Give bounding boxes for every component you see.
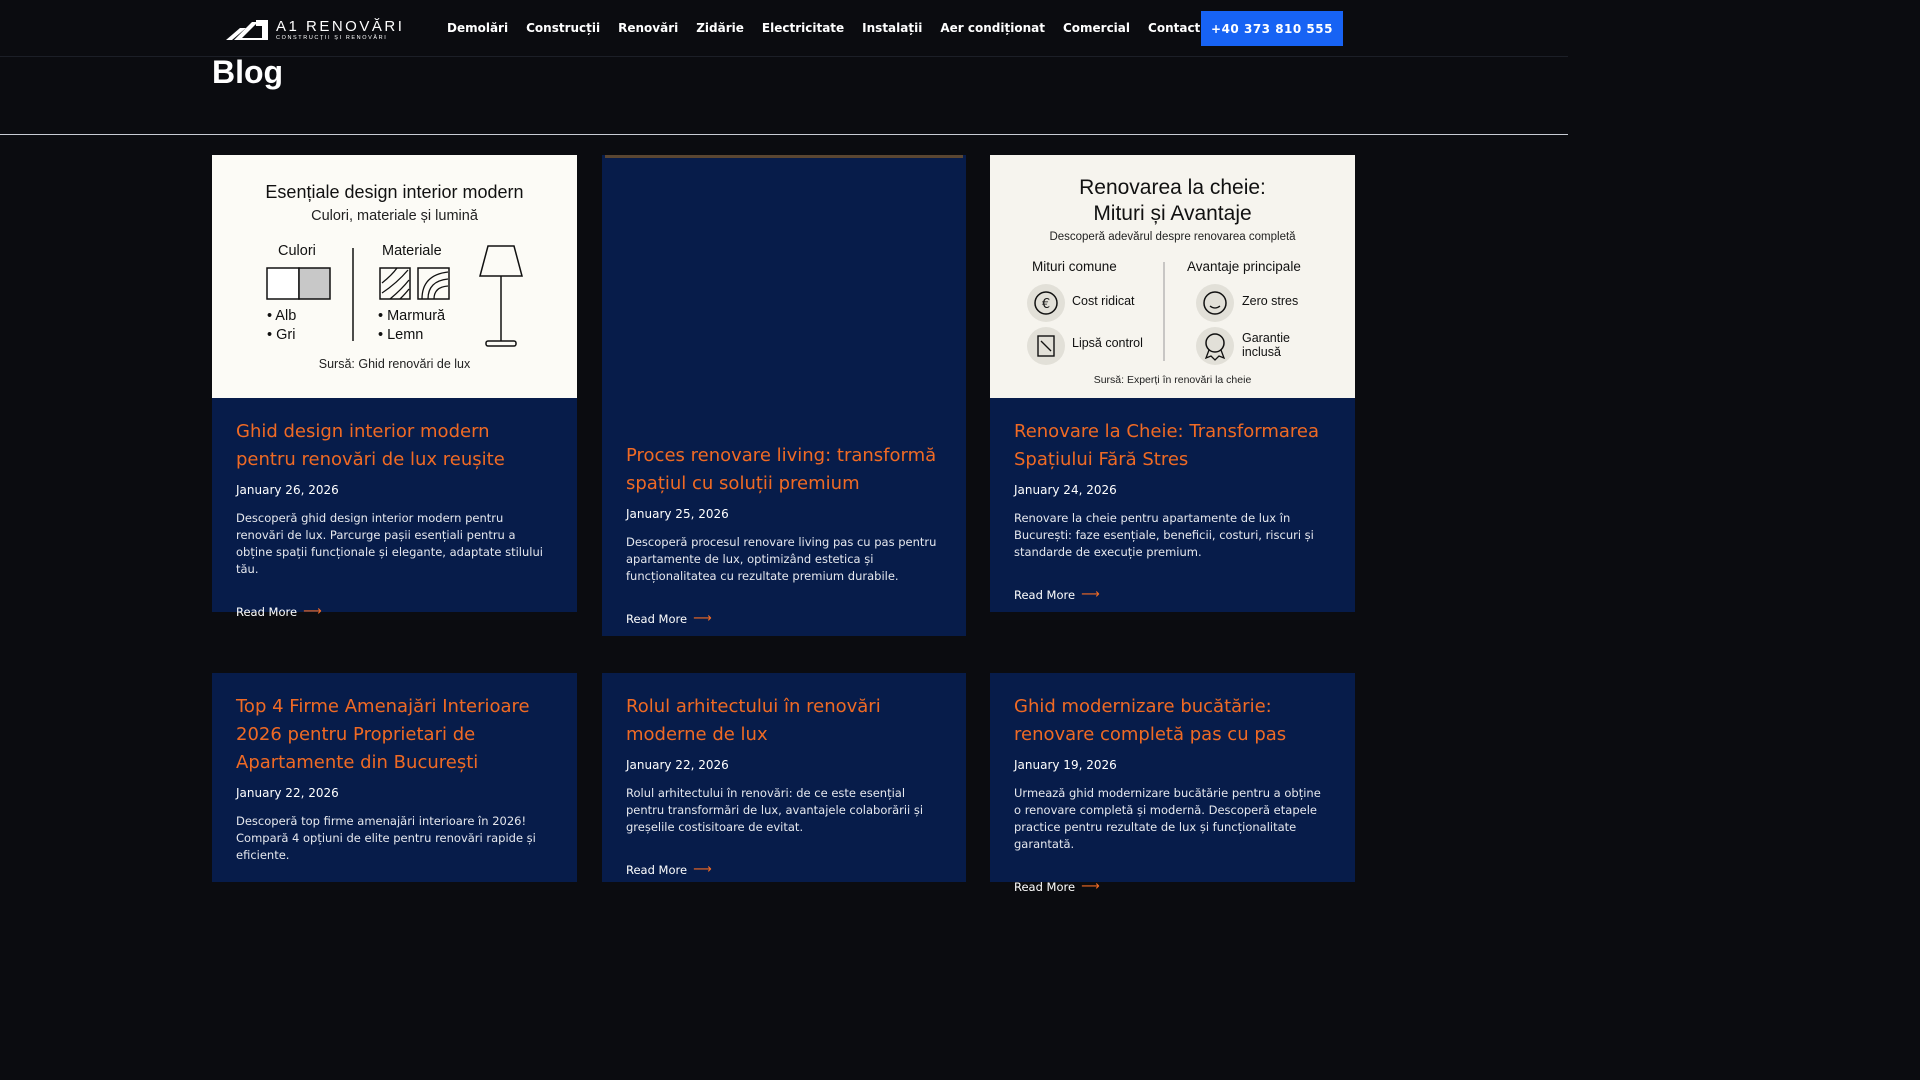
logo-mark-icon (226, 20, 268, 40)
card-date: January 22, 2026 (626, 758, 729, 772)
card-image[interactable]: Renovarea la cheie: Mituri și Avantaje D… (990, 155, 1355, 398)
nav-item-instalatii[interactable]: Instalații (853, 19, 931, 37)
arrow-right-icon: ⟶ (693, 862, 712, 877)
svg-text:€: € (1042, 297, 1050, 312)
card-date: January 24, 2026 (1014, 483, 1117, 497)
read-more-label: Read More (1014, 880, 1076, 894)
read-more-label: Read More (626, 863, 688, 877)
image-list-item: • Gri (267, 327, 296, 343)
card-title-link[interactable]: Ghid modernizare bucătărie: renovare com… (1014, 693, 1331, 749)
read-more-label: Read More (1014, 588, 1076, 602)
card-image[interactable]: Esențiale design interior modern Culori,… (212, 155, 577, 398)
image-list-item: • Lemn (378, 327, 424, 343)
card-excerpt: Descoperă procesul renovare living pas c… (626, 535, 937, 583)
read-more-link[interactable]: Read More ⟶ (1014, 879, 1331, 895)
page-title: Blog (212, 54, 284, 90)
card-image[interactable] (602, 155, 966, 422)
card-excerpt: Rolul arhitectului în renovări: de ce es… (626, 786, 924, 834)
nav-item-contact[interactable]: Contact (1139, 19, 1209, 37)
logo-tagline: CONSTRUCȚII ȘI RENOVĂRI (276, 34, 388, 41)
nav-item-renovari[interactable]: Renovări (609, 19, 687, 37)
arrow-right-icon: ⟶ (693, 611, 712, 626)
card-excerpt: Urmează ghid modernizare bucătărie pentr… (1014, 786, 1321, 851)
card-title-link[interactable]: Proces renovare living: transformă spați… (626, 442, 942, 498)
arrow-right-icon: ⟶ (1081, 587, 1100, 602)
image-list-item: Garantie (1242, 331, 1290, 345)
myths-advantages-illustration-icon: € (1027, 262, 1234, 365)
arrow-right-icon: ⟶ (1081, 879, 1100, 894)
read-more-link[interactable]: Read More ⟶ (1014, 587, 1331, 603)
nav-item-comercial[interactable]: Comercial (1054, 19, 1139, 37)
image-list-item: • Marmură (378, 308, 446, 324)
card-title-link[interactable]: Renovare la Cheie: Transformarea Spațiul… (1014, 418, 1331, 474)
image-list-item: Zero stres (1242, 294, 1299, 308)
read-more-label: Read More (236, 605, 298, 619)
image-source: Sursă: Experți în renovări la cheie (1093, 374, 1252, 386)
arrow-right-icon: ⟶ (303, 604, 322, 619)
nav-item-electricitate[interactable]: Electricitate (753, 19, 853, 37)
read-more-link[interactable]: Read More ⟶ (236, 604, 553, 620)
blog-card: Proces renovare living: transformă spați… (602, 155, 966, 636)
image-list-item: • Alb (267, 308, 297, 324)
image-strip (605, 155, 963, 158)
image-list-item: inclusă (1242, 345, 1281, 359)
nav-item-constructii[interactable]: Construcții (517, 19, 609, 37)
site-header: A1 RENOVĂRI CONSTRUCȚII ȘI RENOVĂRI Demo… (0, 0, 1568, 57)
main-nav: Demolări Construcții Renovări Zidărie El… (438, 19, 1209, 37)
divider (0, 134, 1568, 135)
blog-card: Renovarea la cheie: Mituri și Avantaje D… (990, 155, 1355, 612)
read-more-link[interactable]: Read More ⟶ (626, 611, 942, 627)
card-excerpt: Renovare la cheie pentru apartamente de … (1014, 511, 1314, 559)
card-title-link[interactable]: Top 4 Firme Amenajări Interioare 2026 pe… (236, 693, 553, 777)
card-date: January 25, 2026 (626, 507, 729, 521)
image-list-item: Cost ridicat (1072, 294, 1135, 308)
blog-card: Top 4 Firme Amenajări Interioare 2026 pe… (212, 673, 577, 882)
card-title-link[interactable]: Ghid design interior modern pentru renov… (236, 418, 553, 474)
image-source: Sursă: Ghid renovări de lux (318, 357, 471, 371)
card-date: January 19, 2026 (1014, 758, 1117, 772)
card-title-link[interactable]: Rolul arhitectului în renovări moderne d… (626, 693, 942, 749)
card-excerpt: Descoperă ghid design interior modern pe… (236, 511, 543, 576)
blog-card: Rolul arhitectului în renovări moderne d… (602, 673, 966, 882)
read-more-label: Read More (626, 612, 688, 626)
card-excerpt: Descoperă top firme amenajări interioare… (236, 814, 536, 862)
site-logo[interactable]: A1 RENOVĂRI CONSTRUCȚII ȘI RENOVĂRI (226, 17, 404, 43)
logo-name: A1 RENOVĂRI (276, 17, 405, 35)
card-date: January 26, 2026 (236, 483, 339, 497)
image-list-item: Lipsă control (1072, 336, 1143, 350)
phone-call-button[interactable]: +40 373 810 555 (1201, 11, 1343, 46)
blog-card: Esențiale design interior modern Culori,… (212, 155, 577, 619)
nav-item-demolari[interactable]: Demolări (438, 19, 517, 37)
blog-card: Ghid modernizare bucătărie: renovare com… (990, 673, 1355, 894)
nav-item-aer-conditionat[interactable]: Aer condiționat (931, 19, 1054, 37)
card-date: January 22, 2026 (236, 786, 339, 800)
read-more-link[interactable]: Read More ⟶ (626, 862, 942, 878)
nav-item-zidarie[interactable]: Zidărie (687, 19, 753, 37)
